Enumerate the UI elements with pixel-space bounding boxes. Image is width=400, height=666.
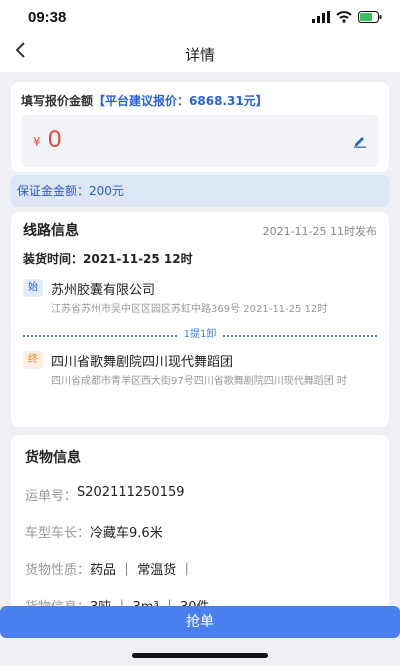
wifi-icon xyxy=(336,11,352,23)
goods-row: 车型车长： 冷藏车9.6米 xyxy=(25,522,375,541)
goods-row-value: S202111250159 xyxy=(77,485,185,500)
nav-bar: 详情 xyxy=(0,36,400,72)
goods-row-key: 货物性质： xyxy=(25,563,91,578)
goods-row-key: 车型车长： xyxy=(25,526,91,541)
suggested-price: 【平台建议报价：6868.31元】 xyxy=(93,94,268,108)
status-icons xyxy=(312,11,382,23)
goods-row-value: 冷藏车9.6米 xyxy=(90,526,163,541)
end-address: 四川省成都市青羊区西大街97号四川省歌舞剧院四川现代舞蹈团 时 xyxy=(51,376,347,387)
start-name: 苏州胶囊有限公司 xyxy=(51,283,156,298)
deposit-banner: 保证金金额：200元 xyxy=(11,175,389,207)
goods-title: 货物信息 xyxy=(25,450,81,466)
home-indicator xyxy=(132,653,268,658)
end-tag: 终 xyxy=(23,351,43,369)
battery-icon xyxy=(358,11,382,23)
signal-icon xyxy=(312,11,330,23)
page-title: 详情 xyxy=(184,46,215,64)
stops-label: 1提1卸 xyxy=(177,329,223,341)
status-bar: 09:38 xyxy=(0,0,400,36)
publish-time: 2021-11-25 11时发布 xyxy=(262,225,377,238)
route-divider: 1提1卸 xyxy=(23,329,377,341)
load-time: 装货时间：2021-11-25 12时 xyxy=(23,252,193,266)
end-name: 四川省歌舞剧院四川现代舞蹈团 xyxy=(51,355,234,370)
currency-symbol: ¥ xyxy=(33,135,41,149)
goods-row: 运单号： S202111250159 xyxy=(25,485,375,504)
start-tag: 始 xyxy=(23,279,43,297)
goods-row-key: 运单号： xyxy=(25,489,78,504)
route-card: 线路信息 2021-11-25 11时发布 装货时间：2021-11-25 12… xyxy=(11,212,389,427)
end-stop: 终 四川省歌舞剧院四川现代舞蹈团 四川省成都市青羊区西大街97号四川省歌舞剧院四… xyxy=(23,351,377,389)
quote-label: 填写报价金额 xyxy=(21,94,94,108)
route-title: 线路信息 xyxy=(23,223,79,239)
start-address: 江苏省苏州市吴中区区园区苏虹中路369号 2021-11-25 12时 xyxy=(51,304,328,315)
price-value[interactable]: 0 xyxy=(48,126,61,154)
start-stop: 始 苏州胶囊有限公司 江苏省苏州市吴中区区园区苏虹中路369号 2021-11-… xyxy=(23,279,377,317)
price-input[interactable]: ¥ 0 xyxy=(21,115,379,167)
edit-icon[interactable] xyxy=(353,133,367,152)
status-time: 09:38 xyxy=(28,9,67,26)
goods-row: 货物性质： 药品 ｜ 常温货 ｜ xyxy=(25,559,375,578)
quote-card: 填写报价金额【平台建议报价：6868.31元】 ¥ 0 xyxy=(11,82,389,172)
goods-card: 货物信息 运单号： S202111250159 车型车长： 冷藏车9.6米 货物… xyxy=(11,435,389,635)
goods-row-value: 药品 ｜ 常温货 ｜ xyxy=(90,563,194,578)
grab-order-button[interactable]: 抢单 xyxy=(0,606,400,638)
